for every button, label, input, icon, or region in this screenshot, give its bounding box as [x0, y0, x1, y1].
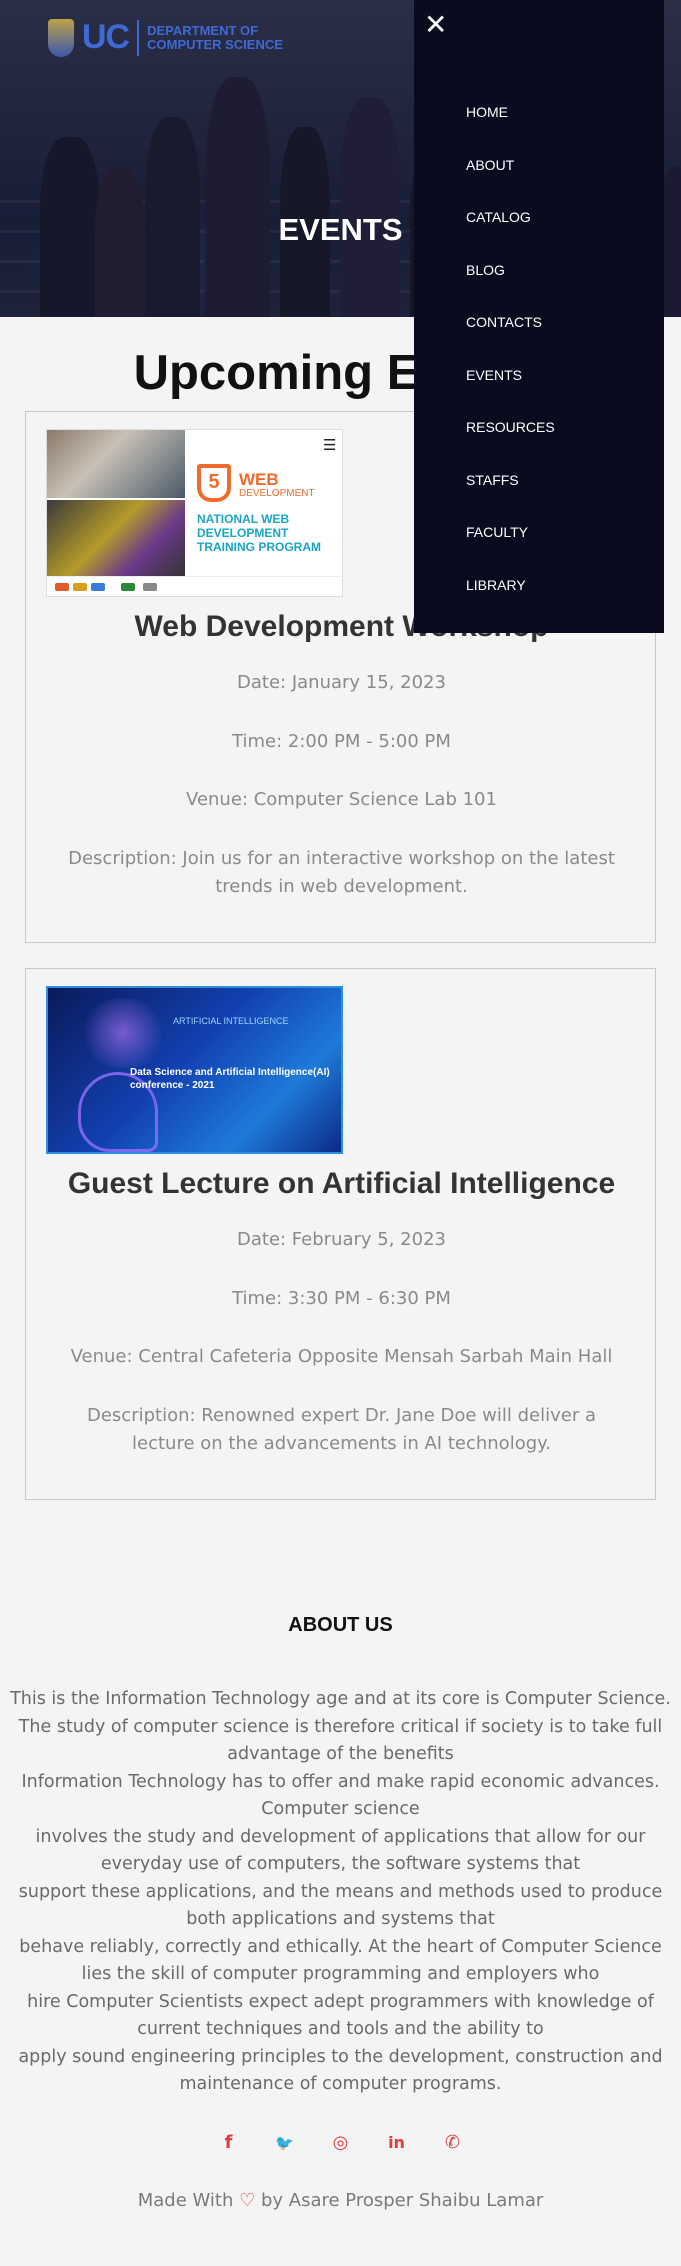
event-date: Date: January 15, 2023 [237, 672, 446, 693]
close-icon[interactable]: ✕ [424, 10, 447, 40]
linkedin-icon[interactable]: in [386, 2132, 408, 2154]
event-description: Description: Renowned expert Dr. Jane Do… [86, 1405, 597, 1454]
event-description: Description: Join us for an interactive … [68, 848, 615, 897]
social-links: f 🐦 ◎ in ✆ [0, 2132, 681, 2154]
nav-item-staffs[interactable]: STAFFS [466, 472, 555, 525]
event-image: 5 WEB DEVELOPMENT NATIONAL WEB DEVELOPME… [46, 429, 343, 597]
event-date: Date: February 5, 2023 [237, 1229, 446, 1250]
event-title: Guest Lecture on Artificial Intelligence [67, 1167, 616, 1200]
nav-item-about[interactable]: ABOUT [466, 157, 555, 210]
instagram-icon[interactable]: ◎ [330, 2132, 352, 2154]
heart-icon: ♡ [239, 2190, 256, 2211]
nav-item-catalog[interactable]: CATALOG [466, 209, 555, 262]
nav-item-resources[interactable]: RESOURCES [466, 419, 555, 472]
site-logo[interactable]: UC DEPARTMENT OF COMPUTER SCIENCE [48, 18, 283, 57]
event-time: Time: 3:30 PM - 6:30 PM [232, 1288, 451, 1309]
about-text: This is the Information Technology age a… [10, 1689, 671, 2094]
about-title: ABOUT US [288, 1614, 393, 1636]
nav-drawer: ✕ HOME ABOUT CATALOG BLOG CONTACTS EVENT… [414, 0, 664, 633]
event-time: Time: 2:00 PM - 5:00 PM [232, 731, 451, 752]
nav-item-events[interactable]: EVENTS [466, 367, 555, 420]
crest-icon [48, 18, 74, 57]
facebook-icon[interactable]: f [218, 2132, 240, 2154]
event-image: ARTIFICIAL INTELLIGENCE Data Science and… [46, 986, 343, 1154]
event-venue: Venue: Central Cafeteria Opposite Mensah… [70, 1346, 613, 1367]
nav-item-faculty[interactable]: FACULTY [466, 524, 555, 577]
footer-credit: Made With ♡ by Asare Prosper Shaibu Lama… [137, 2190, 544, 2211]
nav-item-home[interactable]: HOME [466, 104, 555, 157]
twitter-icon[interactable]: 🐦 [274, 2132, 296, 2154]
nav-item-contacts[interactable]: CONTACTS [466, 314, 555, 367]
nav-item-library[interactable]: LIBRARY [466, 577, 555, 630]
event-card: ARTIFICIAL INTELLIGENCE Data Science and… [25, 968, 656, 1500]
whatsapp-icon[interactable]: ✆ [442, 2132, 464, 2154]
event-venue: Venue: Computer Science Lab 101 [186, 789, 497, 810]
nav-item-blog[interactable]: BLOG [466, 262, 555, 315]
html5-icon: 5 [197, 464, 231, 502]
nav-menu: HOME ABOUT CATALOG BLOG CONTACTS EVENTS … [466, 104, 555, 629]
menu-icon: ☰ [323, 436, 337, 454]
